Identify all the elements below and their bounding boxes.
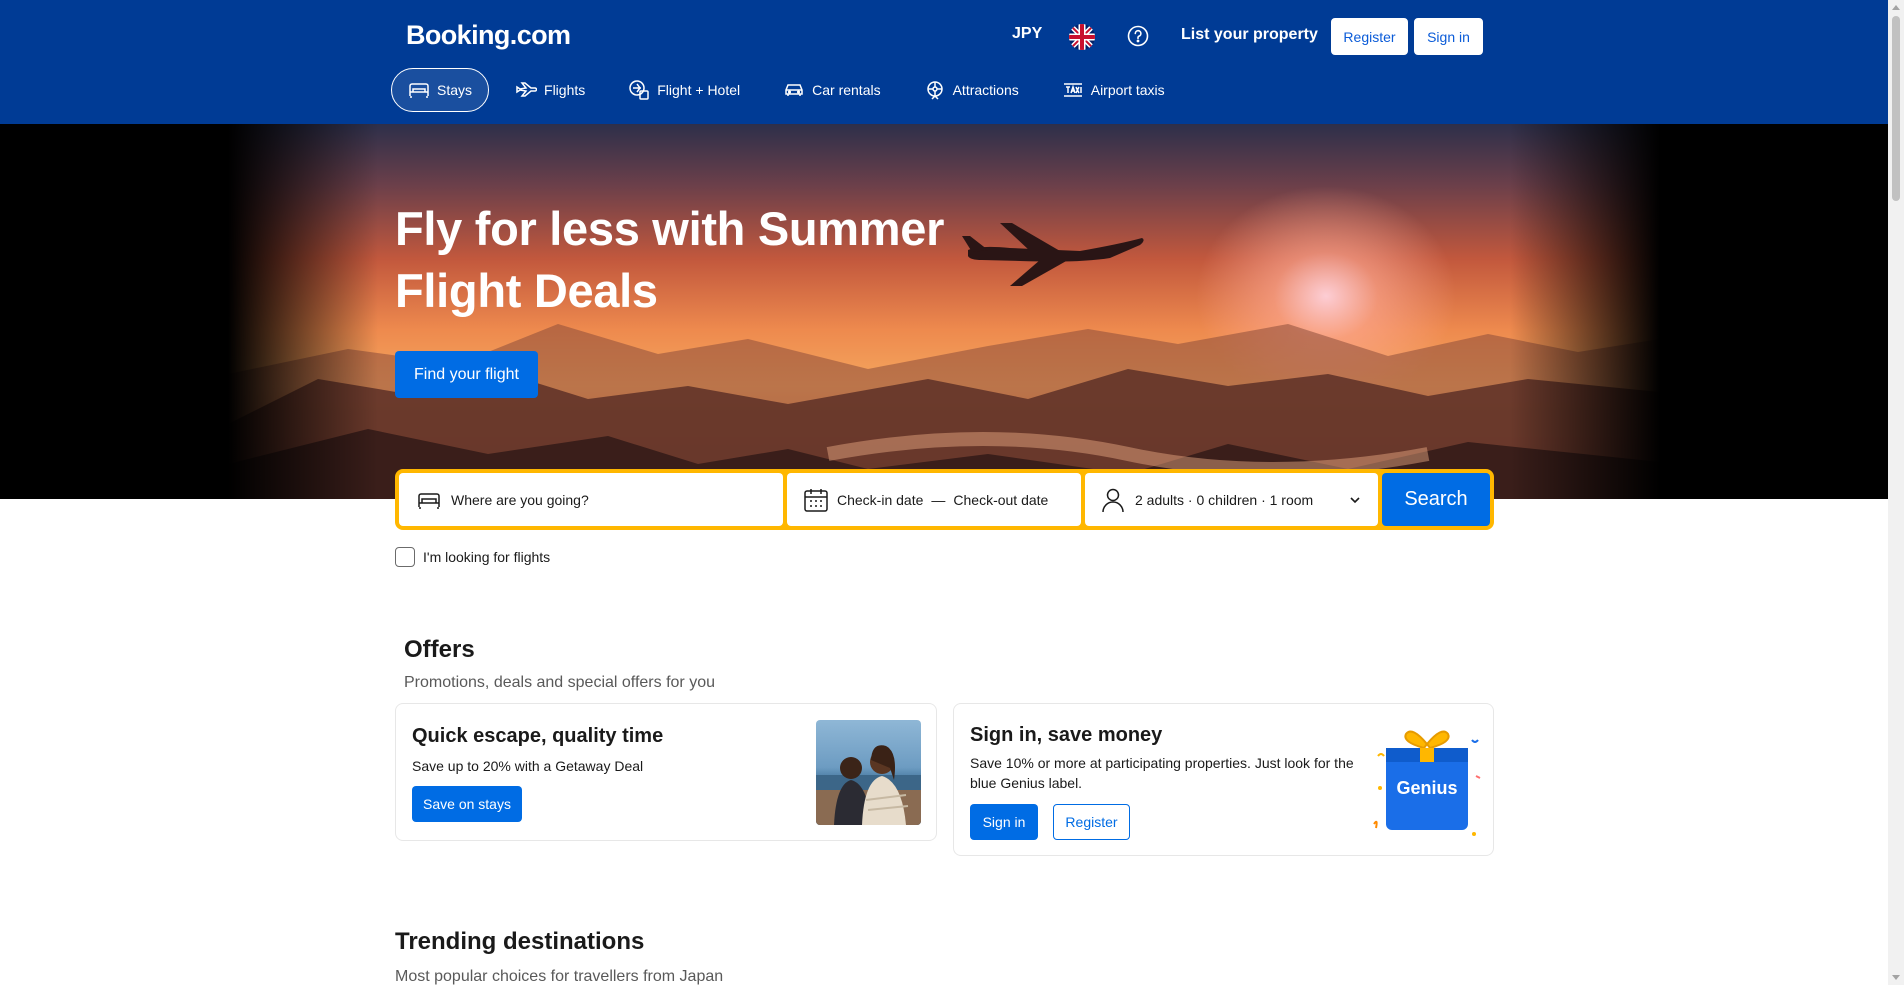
currency-selector[interactable]: JPY bbox=[1012, 25, 1042, 43]
search-bar: Where are you going? Check-in date — Che… bbox=[395, 469, 1494, 530]
scroll-down-arrow-icon[interactable] bbox=[1892, 975, 1900, 980]
date-separator: — bbox=[931, 491, 946, 508]
tab-airport-taxis[interactable]: Airport taxis bbox=[1045, 68, 1182, 112]
tab-label: Flights bbox=[544, 82, 586, 98]
tab-car-rentals[interactable]: Car rentals bbox=[766, 68, 897, 112]
attractions-icon bbox=[926, 81, 943, 100]
trending-heading: Trending destinations bbox=[395, 928, 645, 955]
tab-label: Attractions bbox=[952, 82, 1019, 98]
booking-logo[interactable]: Booking.com bbox=[406, 20, 571, 51]
hero-banner: Fly for less with Summer Flight Deals Fi… bbox=[0, 124, 1888, 499]
bed-icon bbox=[409, 83, 429, 98]
plane-icon bbox=[516, 82, 538, 97]
register-button[interactable]: Register bbox=[1331, 18, 1408, 55]
scroll-thumb[interactable] bbox=[1892, 16, 1900, 201]
offers-heading: Offers bbox=[404, 636, 475, 663]
destination-input[interactable]: Where are you going? bbox=[399, 473, 783, 526]
tab-flight-hotel[interactable]: Flight + Hotel bbox=[611, 68, 757, 112]
save-on-stays-button[interactable]: Save on stays bbox=[412, 786, 522, 822]
find-your-flight-button[interactable]: Find your flight bbox=[395, 351, 538, 398]
offers-subheading: Promotions, deals and special offers for… bbox=[404, 674, 715, 691]
chevron-down-icon bbox=[1350, 496, 1360, 503]
offer-card-title: Sign in, save money bbox=[970, 724, 1163, 746]
product-nav: Stays Flights Flight + Hotel Car rentals bbox=[391, 68, 1191, 112]
genius-register-button[interactable]: Register bbox=[1053, 804, 1130, 840]
page-scrollbar[interactable] bbox=[1888, 0, 1904, 985]
tab-label: Flight + Hotel bbox=[657, 82, 741, 98]
tab-label: Car rentals bbox=[812, 82, 881, 98]
tab-attractions[interactable]: Attractions bbox=[907, 68, 1036, 112]
occupancy-text: 2 adults · 0 children · 1 room bbox=[1135, 491, 1314, 508]
destination-placeholder: Where are you going? bbox=[451, 491, 589, 508]
tab-flights[interactable]: Flights bbox=[498, 68, 602, 112]
offer-card-text: Save 10% or more at participating proper… bbox=[970, 755, 1354, 791]
date-picker[interactable]: Check-in date — Check-out date bbox=[787, 473, 1081, 526]
offer-card-title: Quick escape, quality time bbox=[412, 725, 664, 747]
car-icon bbox=[785, 84, 803, 96]
occupancy-selector[interactable]: 2 adults · 0 children · 1 room bbox=[1085, 473, 1378, 526]
tab-label: Airport taxis bbox=[1090, 82, 1165, 98]
person-icon bbox=[1102, 488, 1124, 512]
hero-title: Fly for less with Summer Flight Deals bbox=[395, 202, 945, 317]
flights-checkbox[interactable] bbox=[395, 547, 415, 567]
offer-card-genius: Sign in, save money Save 10% or more at … bbox=[953, 703, 1494, 856]
flights-checkbox-label: I'm looking for flights bbox=[423, 549, 551, 565]
genius-sign-in-button[interactable]: Sign in bbox=[970, 804, 1038, 840]
question-circle-icon[interactable] bbox=[1127, 25, 1149, 47]
tab-label: Stays bbox=[437, 82, 473, 98]
taxi-icon bbox=[1063, 83, 1082, 97]
couple-photo bbox=[816, 720, 921, 825]
bed-icon bbox=[418, 492, 440, 509]
offer-card-getaway: Quick escape, quality time Save up to 20… bbox=[395, 703, 937, 841]
tab-stays[interactable]: Stays bbox=[391, 68, 490, 112]
search-button[interactable]: Search bbox=[1382, 473, 1490, 526]
calendar-icon bbox=[804, 488, 828, 512]
genius-label: Genius bbox=[1396, 778, 1458, 798]
top-header: Booking.com JPY List your property Regis… bbox=[0, 0, 1888, 124]
sign-in-button[interactable]: Sign in bbox=[1414, 18, 1483, 55]
uk-flag-icon[interactable] bbox=[1069, 24, 1095, 50]
check-out-date[interactable]: Check-out date bbox=[953, 492, 1048, 508]
flights-checkbox-row[interactable]: I'm looking for flights bbox=[395, 547, 550, 567]
offer-card-text: Save up to 20% with a Getaway Deal bbox=[412, 758, 644, 774]
check-in-date[interactable]: Check-in date bbox=[837, 492, 923, 508]
flight-hotel-icon bbox=[629, 80, 649, 100]
trending-subheading: Most popular choices for travellers from… bbox=[395, 968, 724, 985]
list-your-property-link[interactable]: List your property bbox=[1181, 26, 1318, 44]
scroll-up-arrow-icon[interactable] bbox=[1892, 5, 1900, 10]
genius-gift-icon: Genius bbox=[1372, 726, 1482, 838]
